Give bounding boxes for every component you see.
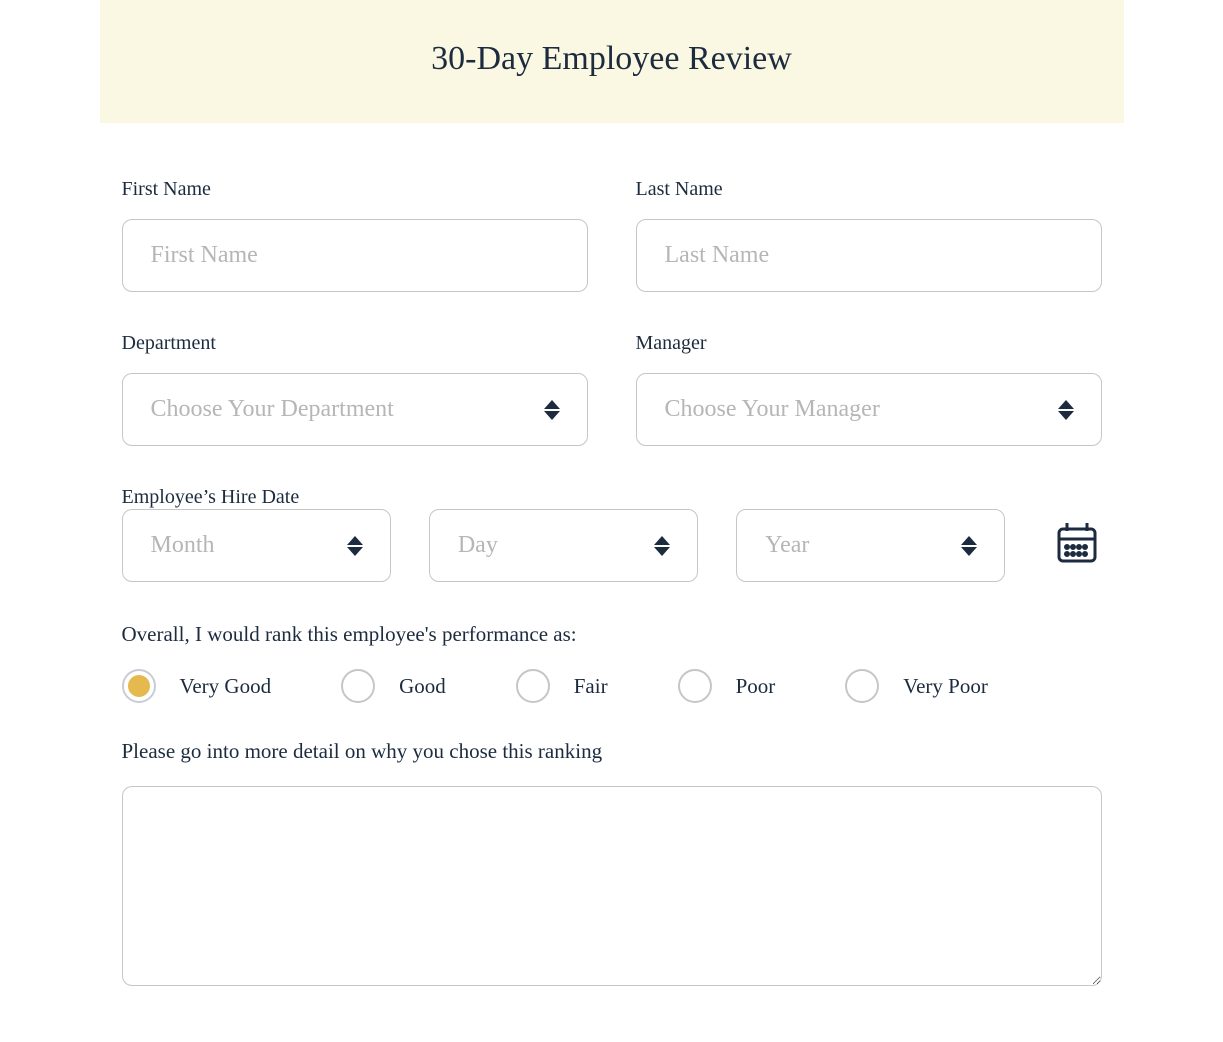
form-container: 30-Day Employee Review First Name Last N… [22, 0, 1202, 991]
hire-year-group: Year [736, 509, 1005, 582]
hire-day-select[interactable]: Day [429, 509, 698, 582]
hire-date-section: Employee’s Hire Date Month Day [122, 486, 1102, 582]
radio-label: Fair [574, 674, 608, 699]
hire-month-group: Month [122, 509, 391, 582]
radio-fair[interactable]: Fair [516, 669, 608, 703]
radio-circle [341, 669, 375, 703]
hire-day-display: Day [429, 509, 698, 582]
hire-month-select[interactable]: Month [122, 509, 391, 582]
radio-circle [678, 669, 712, 703]
radio-very-good[interactable]: Very Good [122, 669, 272, 703]
manager-select[interactable]: Choose Your Manager [636, 373, 1102, 446]
radio-good[interactable]: Good [341, 669, 446, 703]
department-group: Department Choose Your Department [122, 332, 588, 446]
detail-textarea[interactable] [122, 786, 1102, 986]
performance-options: Very Good Good Fair [122, 669, 1102, 703]
radio-very-poor[interactable]: Very Poor [845, 669, 988, 703]
hire-day-group: Day [429, 509, 698, 582]
performance-section: Overall, I would rank this employee's pe… [122, 622, 1102, 703]
last-name-group: Last Name [636, 178, 1102, 292]
first-name-input[interactable] [122, 219, 588, 292]
manager-group: Manager Choose Your Manager [636, 332, 1102, 446]
header-banner: 30-Day Employee Review [100, 0, 1124, 123]
calendar-button[interactable] [1043, 519, 1101, 572]
last-name-input[interactable] [636, 219, 1102, 292]
hire-month-display: Month [122, 509, 391, 582]
performance-question: Overall, I would rank this employee's pe… [122, 622, 1102, 647]
form-body: First Name Last Name Department Choose Y… [32, 178, 1192, 991]
radio-label: Very Good [180, 674, 272, 699]
page-title: 30-Day Employee Review [120, 40, 1104, 78]
hire-date-label: Employee’s Hire Date [122, 486, 300, 508]
manager-label: Manager [636, 332, 1102, 355]
department-label: Department [122, 332, 588, 355]
manager-select-display: Choose Your Manager [636, 373, 1102, 446]
radio-label: Poor [736, 674, 776, 699]
detail-label: Please go into more detail on why you ch… [122, 739, 1102, 764]
detail-section: Please go into more detail on why you ch… [122, 739, 1102, 991]
radio-label: Good [399, 674, 446, 699]
first-name-group: First Name [122, 178, 588, 292]
radio-circle [122, 669, 156, 703]
first-name-label: First Name [122, 178, 588, 201]
department-select-display: Choose Your Department [122, 373, 588, 446]
radio-poor[interactable]: Poor [678, 669, 776, 703]
hire-year-display: Year [736, 509, 1005, 582]
dept-manager-row: Department Choose Your Department Manage… [122, 332, 1102, 446]
radio-circle [516, 669, 550, 703]
radio-label: Very Poor [903, 674, 988, 699]
radio-circle [845, 669, 879, 703]
last-name-label: Last Name [636, 178, 1102, 201]
calendar-icon [1053, 519, 1101, 567]
name-row: First Name Last Name [122, 178, 1102, 292]
hire-date-row: Month Day [122, 509, 1102, 582]
department-select[interactable]: Choose Your Department [122, 373, 588, 446]
hire-year-select[interactable]: Year [736, 509, 1005, 582]
